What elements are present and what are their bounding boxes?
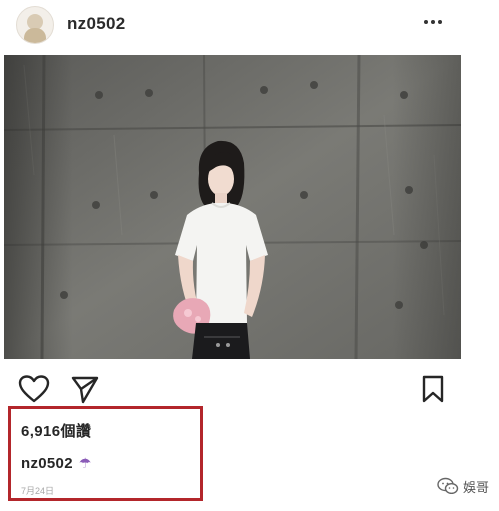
watermark-text: 娛哥 xyxy=(462,480,489,496)
post-date: 7月24日 xyxy=(21,486,55,496)
watermark: 娛哥 xyxy=(437,476,489,496)
post-header: nz0502 xyxy=(0,0,499,52)
avatar-body xyxy=(24,28,46,43)
post-photo[interactable] xyxy=(4,55,461,359)
paper-plane-icon[interactable] xyxy=(70,374,100,404)
photo-illustration xyxy=(4,55,461,359)
wechat-icon xyxy=(437,477,459,495)
post-username[interactable]: nz0502 xyxy=(67,14,126,34)
umbrella-icon: ☂ xyxy=(78,455,92,471)
caption-username[interactable]: nz0502 xyxy=(21,455,73,472)
heart-icon[interactable] xyxy=(18,374,50,404)
caption: nz0502 ☂ xyxy=(21,455,92,472)
post-actions xyxy=(0,368,499,410)
avatar[interactable] xyxy=(16,6,54,44)
likes-count[interactable]: 6,916個讚 xyxy=(21,420,91,441)
bookmark-icon[interactable] xyxy=(420,374,446,404)
more-horizontal-icon[interactable] xyxy=(421,14,445,30)
